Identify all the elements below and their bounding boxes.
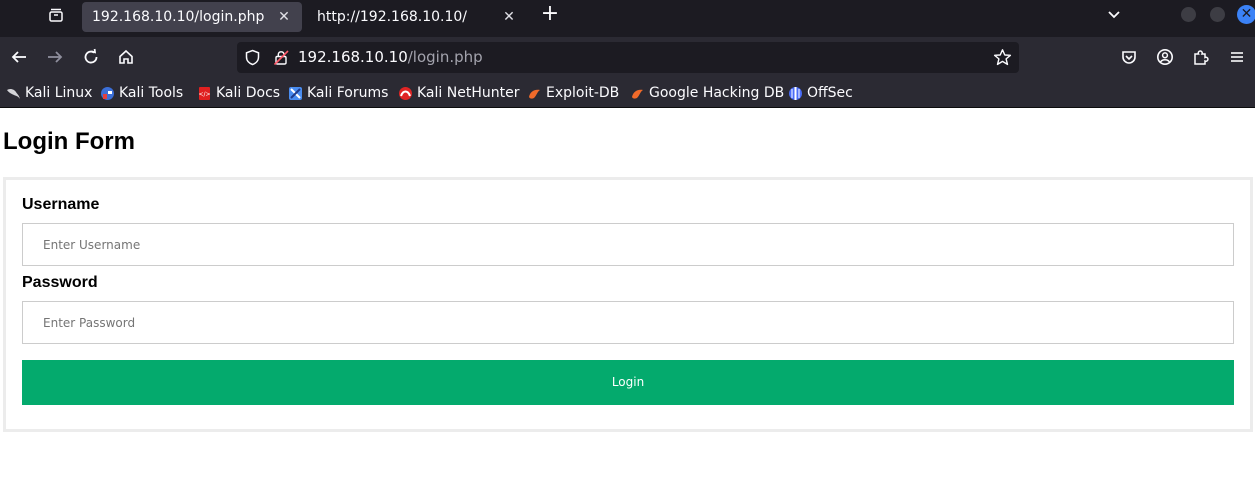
bookmark-label: Google Hacking DB <box>649 85 785 101</box>
login-button[interactable]: Login <box>22 360 1234 405</box>
close-icon[interactable]: ✕ <box>501 9 517 25</box>
tab-login-php[interactable]: 192.168.10.10/login.php ✕ <box>82 2 302 32</box>
username-input[interactable] <box>22 223 1234 266</box>
password-input[interactable] <box>22 301 1234 344</box>
tab-list-icon[interactable] <box>44 5 68 25</box>
bookmarks-toolbar: Kali Linux Kali Tools </> Kali Docs Kali… <box>0 77 1255 108</box>
window-minimize-button[interactable] <box>1181 7 1196 22</box>
menu-hamburger-icon[interactable] <box>1225 45 1249 69</box>
bookmark-offsec[interactable]: OffSec <box>788 84 853 102</box>
bookmark-label: Kali Tools <box>119 85 184 101</box>
bookmark-label: Kali NetHunter <box>417 85 520 101</box>
svg-text:</>: </> <box>198 91 210 98</box>
window-maximize-button[interactable] <box>1210 7 1225 22</box>
password-label: Password <box>22 274 98 291</box>
exploit-db-icon <box>527 86 542 101</box>
bookmark-star-icon[interactable] <box>993 48 1012 71</box>
window-close-icon[interactable]: ✕ <box>1237 5 1255 24</box>
chevron-down-icon[interactable] <box>1105 6 1123 24</box>
bookmark-label: Exploit-DB <box>546 85 620 101</box>
username-label: Username <box>22 196 100 213</box>
bookmark-kali-linux[interactable]: Kali Linux <box>6 84 92 102</box>
page-title: Login Form <box>3 128 135 155</box>
tab-root[interactable]: http://192.168.10.10/ ✕ <box>307 2 527 32</box>
shield-icon[interactable] <box>244 49 261 70</box>
nethunter-icon <box>398 86 413 101</box>
bookmark-google-hacking-db[interactable]: Google Hacking DB <box>630 84 784 102</box>
kali-tools-icon <box>100 86 115 101</box>
bookmark-exploit-db[interactable]: Exploit-DB <box>527 84 619 102</box>
bookmark-label: Kali Linux <box>25 85 93 101</box>
tab-title: http://192.168.10.10/ <box>317 9 468 25</box>
bookmark-label: Kali Docs <box>216 85 281 101</box>
kali-docs-icon: </> <box>197 86 212 101</box>
kali-dragon-icon <box>6 86 21 101</box>
reload-icon[interactable] <box>79 45 103 69</box>
back-arrow-icon[interactable] <box>7 45 31 69</box>
url-text[interactable]: 192.168.10.10/login.php <box>298 48 483 66</box>
bookmark-kali-forums[interactable]: Kali Forums <box>288 84 388 102</box>
ghdb-icon <box>630 86 645 101</box>
tab-title: 192.168.10.10/login.php <box>92 9 265 25</box>
tab-bar: 192.168.10.10/login.php ✕ http://192.168… <box>0 0 1255 37</box>
bookmark-kali-docs[interactable]: </> Kali Docs <box>197 84 280 102</box>
url-path: /login.php <box>407 48 483 66</box>
forward-arrow-icon[interactable] <box>43 45 67 69</box>
bookmark-label: OffSec <box>807 85 853 101</box>
new-tab-plus-icon[interactable]: + <box>538 3 562 27</box>
close-icon[interactable]: ✕ <box>276 9 292 25</box>
kali-forums-icon <box>288 86 303 101</box>
offsec-icon <box>788 86 803 101</box>
account-icon[interactable] <box>1153 45 1177 69</box>
pocket-icon[interactable] <box>1117 45 1141 69</box>
insecure-lock-icon[interactable] <box>273 49 290 70</box>
extensions-icon[interactable] <box>1189 45 1213 69</box>
bookmark-kali-tools[interactable]: Kali Tools <box>100 84 183 102</box>
bookmark-label: Kali Forums <box>307 85 389 101</box>
url-host: 192.168.10.10 <box>298 48 408 66</box>
bookmark-kali-nethunter[interactable]: Kali NetHunter <box>398 84 519 102</box>
home-icon[interactable] <box>114 45 138 69</box>
